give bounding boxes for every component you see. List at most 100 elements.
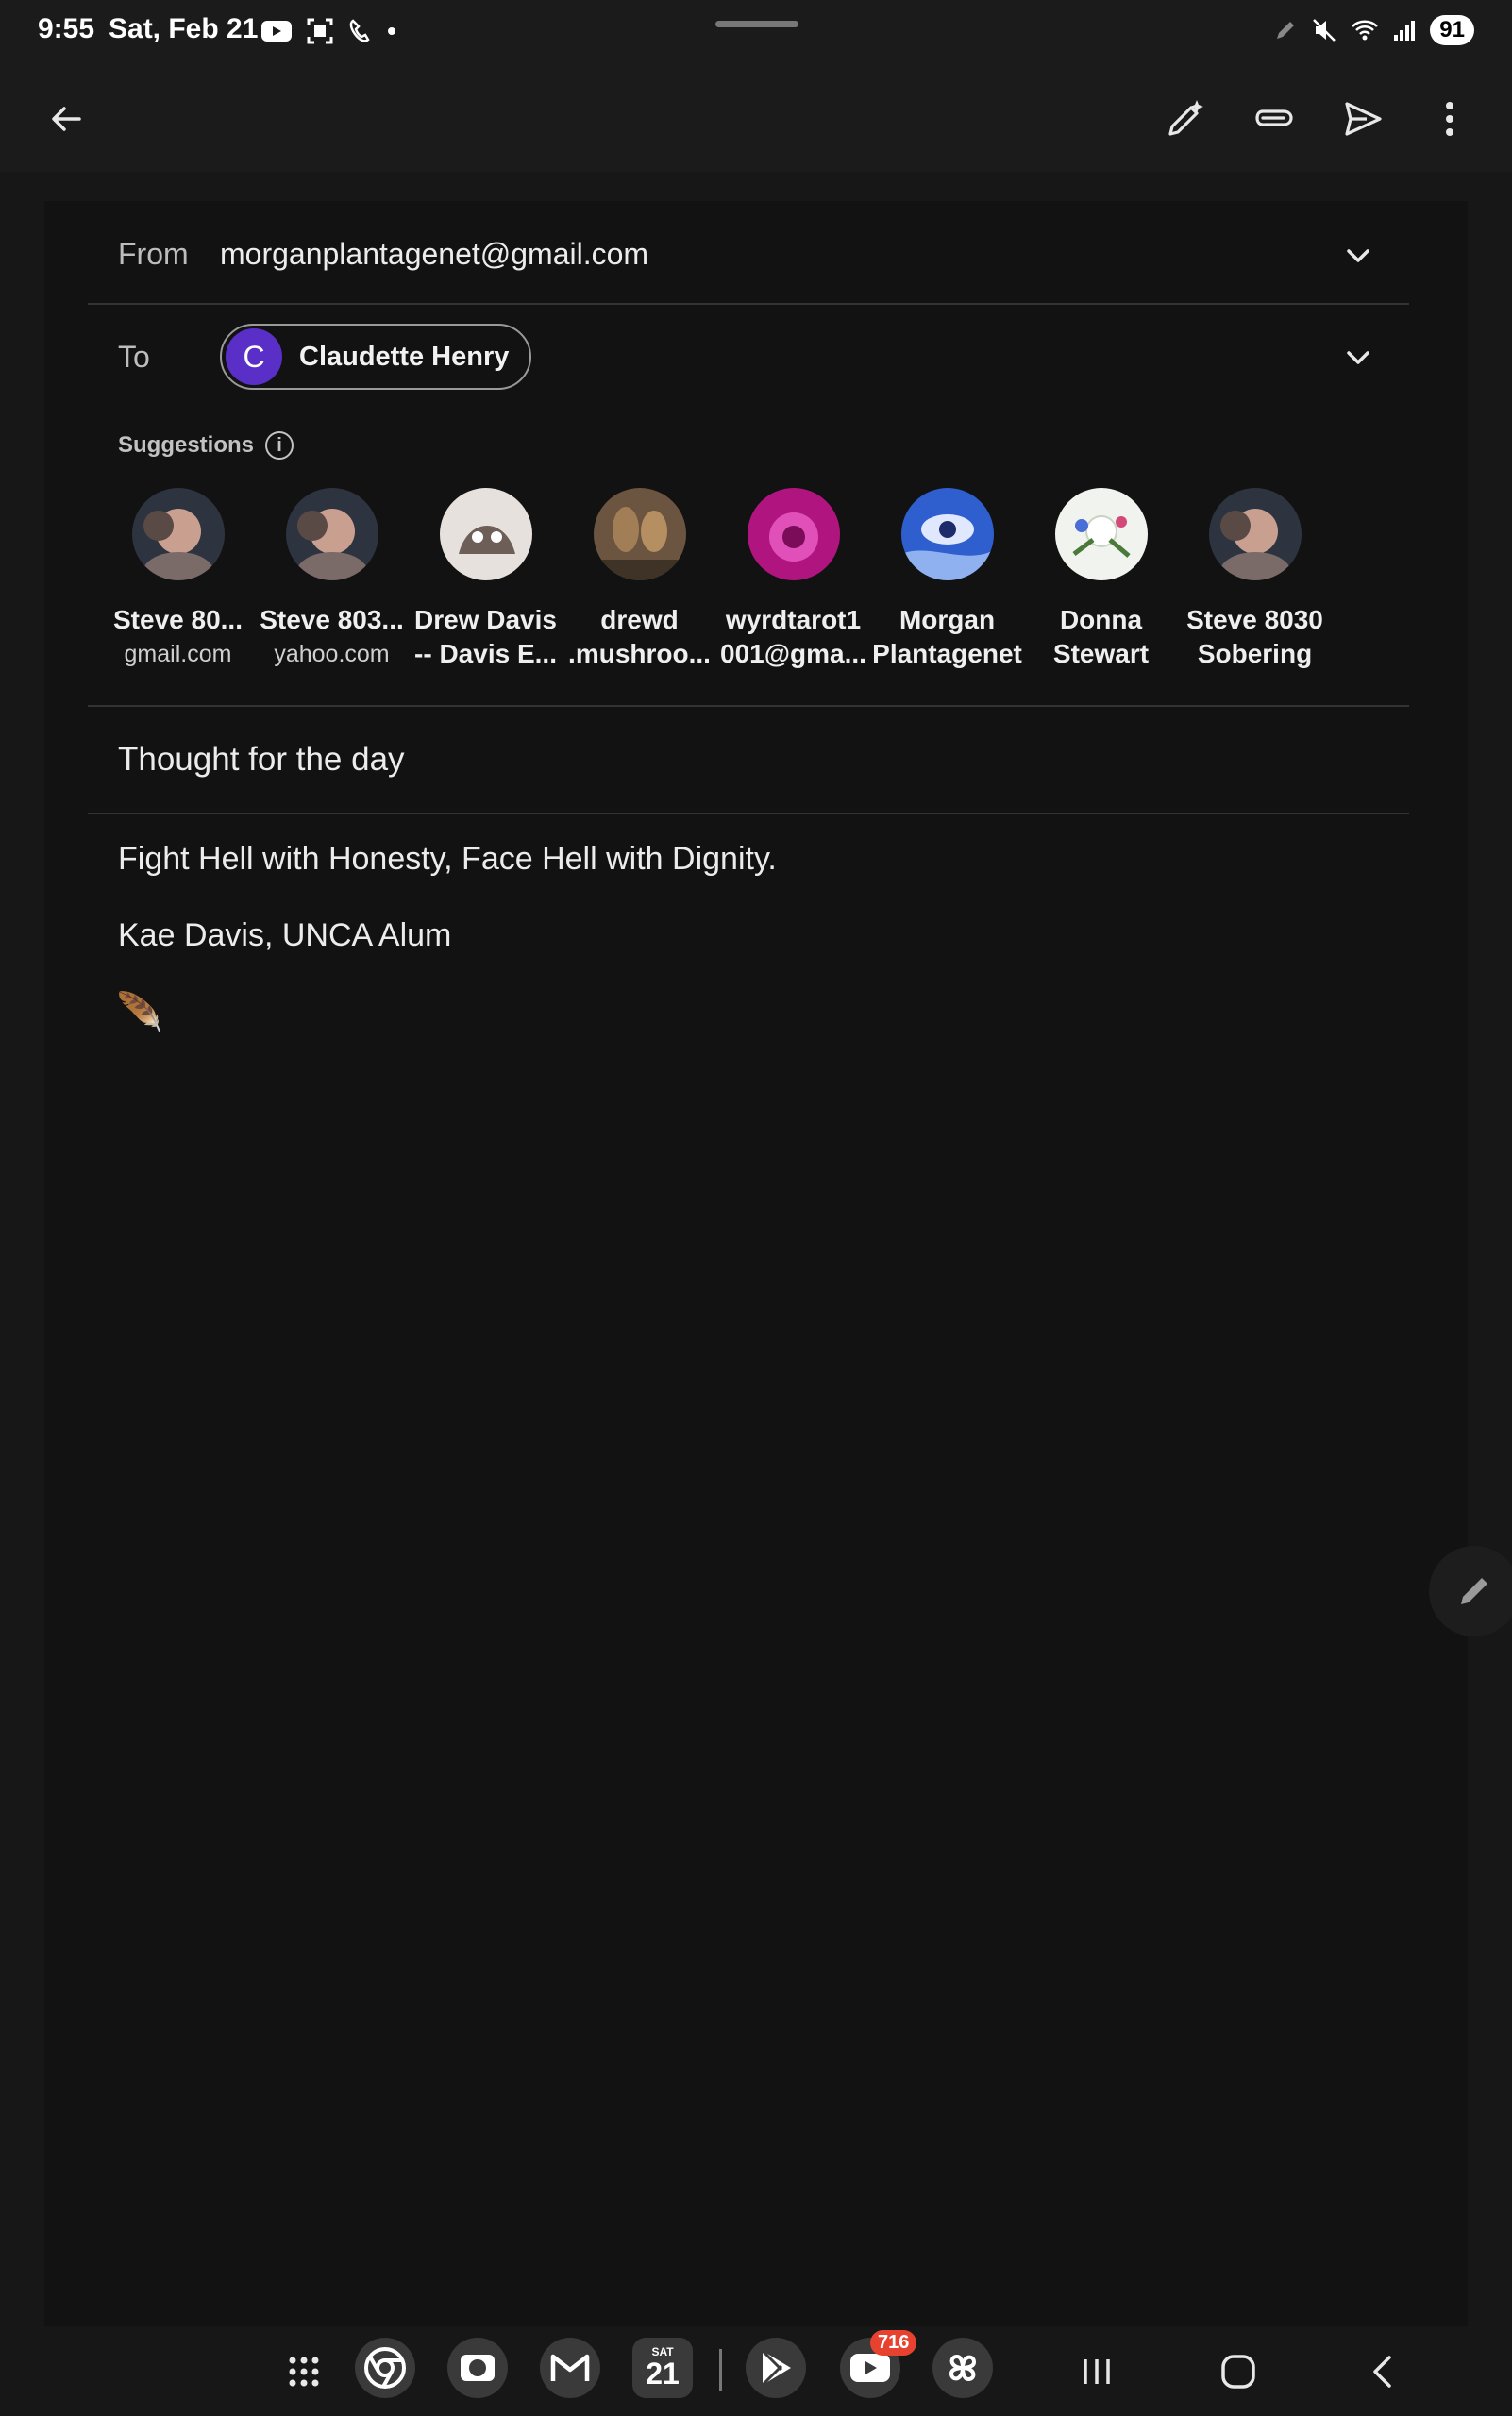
suggestion-avatar — [900, 488, 994, 580]
body-text-line[interactable]: Fight Hell with Honesty, Face Hell with … — [118, 841, 777, 878]
suggestion-name: Donna — [1059, 605, 1143, 634]
divider — [88, 813, 1409, 814]
suggestion-item[interactable]: drewd .mushroo... — [563, 488, 716, 671]
pen-status-icon — [1277, 22, 1295, 39]
suggestion-detail: Sobering — [1197, 639, 1313, 668]
calendar-day: 21 — [646, 2357, 680, 2391]
chrome-icon — [364, 2347, 406, 2389]
recipient-avatar: C — [226, 328, 282, 385]
suggestion-item[interactable]: Drew Davis -- Davis E... — [409, 488, 563, 671]
suggestion-avatar — [1054, 488, 1148, 580]
recents-icon — [1084, 2359, 1110, 2384]
taskbar-separator — [719, 2349, 722, 2391]
youtube-app[interactable]: 716 — [840, 2330, 917, 2398]
status-system-icons: 91 — [1273, 15, 1474, 45]
help-me-write-button[interactable] — [1155, 89, 1216, 149]
more-options-button[interactable] — [1420, 89, 1480, 149]
suggestion-name: Morgan — [899, 605, 996, 634]
pinwheel-icon — [949, 2354, 977, 2382]
suggestion-avatar — [131, 488, 225, 580]
screenshot-icon — [307, 18, 333, 44]
drag-handle[interactable] — [715, 21, 798, 27]
attach-button[interactable] — [1244, 89, 1304, 149]
suggestion-item[interactable]: Morgan Plantagenet — [870, 488, 1024, 671]
home-icon — [1221, 2355, 1255, 2389]
suggestion-item[interactable]: Steve 8030 Sobering — [1178, 488, 1332, 671]
call-icon — [349, 19, 370, 42]
attach-icon — [1255, 109, 1293, 126]
taskbar: SAT 21 716 — [0, 2326, 1512, 2416]
divider — [88, 705, 1409, 707]
youtube-icon — [850, 2354, 890, 2382]
divider — [88, 303, 1409, 305]
compose-form: From morganplantagenet@gmail.com To C Cl… — [44, 201, 1468, 2326]
suggestion-item[interactable]: Donna Stewart — [1024, 488, 1178, 671]
send-button[interactable] — [1333, 89, 1393, 149]
nav-back-button[interactable] — [1353, 2343, 1410, 2400]
wifi-icon — [1352, 20, 1379, 41]
youtube-notification-icon — [261, 21, 292, 42]
suggestion-name: Steve 803... — [260, 605, 404, 634]
info-icon[interactable]: i — [265, 431, 294, 460]
apps-grid-icon — [289, 2357, 319, 2387]
suggestion-detail: Stewart — [1052, 639, 1150, 668]
app-drawer-button[interactable] — [276, 2343, 332, 2400]
signal-icon — [1394, 21, 1416, 41]
suggestion-avatar — [593, 488, 686, 580]
magic-pen-icon — [1168, 100, 1203, 136]
suggestion-avatar — [1208, 488, 1302, 580]
chrome-app[interactable] — [355, 2338, 415, 2398]
from-label: From — [118, 237, 189, 271]
back-arrow-icon — [52, 107, 81, 131]
calendar-app[interactable]: SAT 21 — [632, 2338, 693, 2398]
dot-icon — [388, 27, 395, 35]
floating-edit-button[interactable] — [1429, 1546, 1512, 1636]
status-time: 9:55 — [38, 13, 95, 44]
recipient-chip[interactable]: C Claudette Henry — [220, 324, 532, 390]
suggestion-detail: 001@gma... — [720, 639, 866, 668]
suggestion-detail: gmail.com — [124, 641, 232, 667]
suggestion-name: Steve 8030 — [1186, 605, 1323, 634]
suggestions-header: Suggestions i — [118, 431, 294, 460]
to-label: To — [118, 340, 150, 374]
mute-icon — [1313, 19, 1336, 42]
suggestion-name: Drew Davis — [414, 605, 557, 634]
camera-icon — [461, 2355, 495, 2381]
body-text-line[interactable]: Kae Davis, UNCA Alum — [118, 917, 451, 954]
home-button[interactable] — [1210, 2343, 1267, 2400]
back-button[interactable] — [36, 89, 96, 149]
camera-app[interactable] — [447, 2338, 508, 2398]
to-chevron-down-icon[interactable] — [1339, 339, 1377, 377]
play-store-app[interactable] — [746, 2338, 806, 2398]
nav-back-icon — [1373, 2356, 1391, 2388]
recent-apps-button[interactable] — [1068, 2343, 1125, 2400]
feather-emoji: 🪶 — [116, 992, 163, 1033]
subject-field[interactable]: Thought for the day — [118, 741, 405, 779]
gmail-icon — [550, 2354, 590, 2381]
from-chevron-down-icon[interactable] — [1339, 237, 1377, 275]
pinwheel-app[interactable] — [932, 2338, 993, 2398]
from-field[interactable]: morganplantagenet@gmail.com — [220, 237, 648, 272]
suggestions-list: Steve 80... gmail.com Steve 803... yahoo… — [101, 488, 1332, 671]
suggestion-avatar — [285, 488, 378, 580]
play-store-icon — [761, 2349, 791, 2387]
suggestion-item[interactable]: Steve 803... yahoo.com — [255, 488, 409, 671]
status-bar: 9:55 Sat, Feb 21 91 — [0, 0, 1512, 66]
app-bar — [0, 66, 1512, 172]
suggestion-detail: -- Davis E... — [414, 639, 557, 668]
suggestion-name: Steve 80... — [113, 605, 243, 634]
suggestion-avatar — [747, 488, 840, 580]
battery-indicator: 91 — [1430, 15, 1474, 45]
send-icon — [1345, 102, 1382, 136]
status-notification-icons — [260, 17, 396, 45]
pencil-icon — [1461, 1578, 1487, 1604]
suggestion-item[interactable]: Steve 80... gmail.com — [101, 488, 255, 671]
suggestion-name: drewd — [600, 605, 679, 634]
status-date: Sat, Feb 21 — [109, 13, 259, 44]
suggestion-detail: yahoo.com — [274, 641, 390, 667]
suggestion-avatar — [439, 488, 532, 580]
suggestion-item[interactable]: wyrdtarot1 001@gma... — [716, 488, 870, 671]
gmail-app[interactable] — [540, 2338, 600, 2398]
recipient-name: Claudette Henry — [299, 341, 510, 372]
suggestions-title: Suggestions — [118, 432, 255, 458]
